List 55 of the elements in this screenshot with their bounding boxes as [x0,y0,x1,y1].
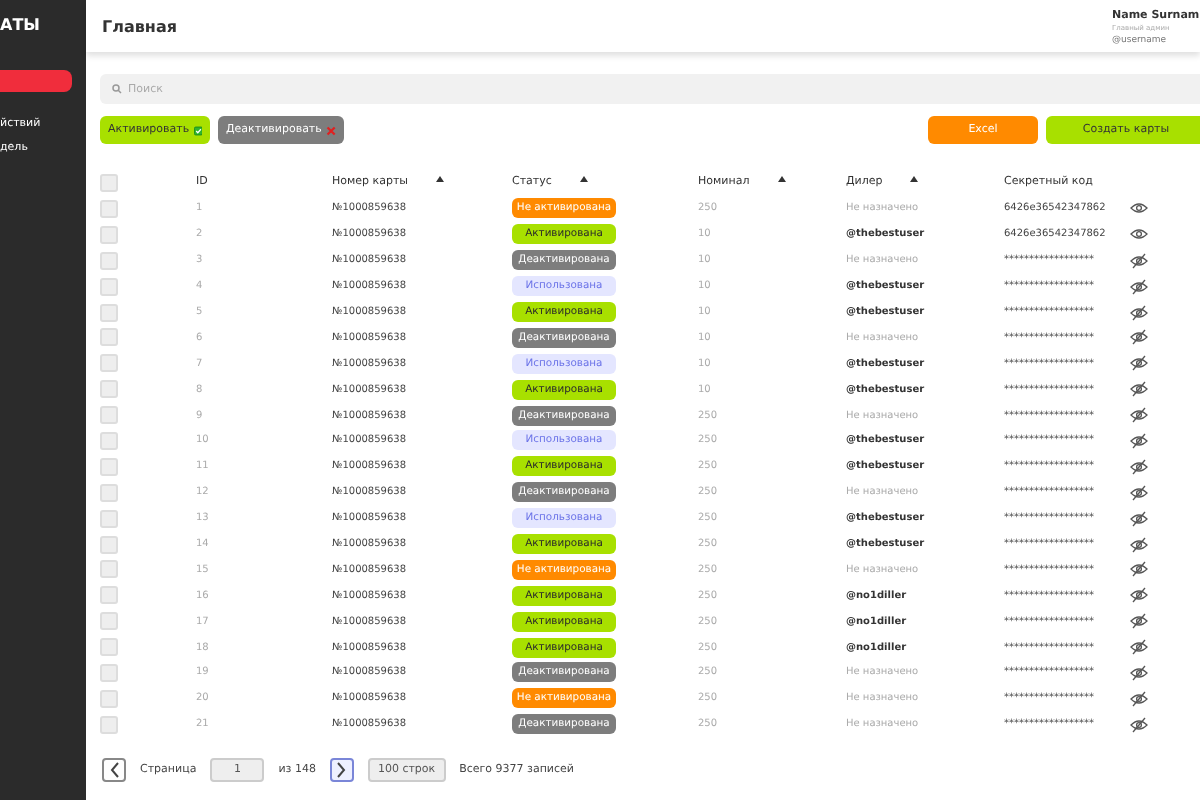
eye-slash-icon[interactable] [1130,612,1148,631]
eye-slash-icon[interactable] [1130,380,1148,399]
row-checkbox[interactable] [100,586,118,605]
eye-slash-icon[interactable] [1130,689,1148,708]
checkbox-checked-icon [193,123,202,137]
chevron-left-icon [109,761,119,778]
row-checkbox[interactable] [100,225,118,244]
row-checkbox[interactable] [100,483,118,502]
eye-slash-icon[interactable] [1130,328,1148,347]
eye-icon[interactable] [1130,228,1148,241]
row-checkbox[interactable] [100,277,118,296]
eye-slash-icon[interactable] [1130,560,1148,579]
row-checkbox[interactable] [100,638,118,657]
row-checkbox[interactable] [100,560,118,579]
row-checkbox[interactable] [100,328,118,347]
row-checkbox[interactable] [100,663,118,682]
row-checkbox[interactable] [100,535,118,554]
sort-icon[interactable] [579,175,588,181]
eye-slash-icon[interactable] [1130,715,1148,734]
eye-icon[interactable] [1130,202,1148,215]
row-checkbox[interactable] [100,509,118,528]
eye-slash-icon[interactable] [1130,431,1148,450]
row-checkbox[interactable] [100,431,118,450]
next-page-button[interactable] [329,757,354,782]
eye-slash-icon[interactable] [1130,638,1148,657]
eye-slash-icon[interactable] [1130,535,1148,554]
sort-icon[interactable] [777,175,786,181]
row-checkbox[interactable] [100,303,118,321]
eye-slash-icon[interactable] [1130,483,1148,502]
row-checkbox[interactable] [100,354,118,373]
row-checkbox[interactable] [100,380,118,399]
eye-slash-icon[interactable] [1130,406,1148,425]
row-checkbox[interactable] [100,406,118,425]
eye-slash-icon[interactable] [1130,277,1148,296]
app-logo: АТЫ [0,16,42,36]
sort-icon[interactable] [436,175,445,181]
row-checkbox[interactable] [100,612,118,631]
select-all-checkbox[interactable] [100,173,118,191]
eye-slash-icon[interactable] [1130,251,1148,270]
eye-slash-icon[interactable] [1130,509,1148,528]
eye-slash-icon[interactable] [1130,457,1148,476]
page-title: Главная [102,18,177,36]
row-checkbox[interactable] [100,251,118,270]
previous-page-button[interactable] [102,757,126,782]
eye-slash-icon[interactable] [1130,354,1148,373]
cross-icon [325,123,336,137]
row-checkbox[interactable] [100,715,118,734]
row-checkbox[interactable] [100,689,118,708]
eye-slash-icon[interactable] [1130,663,1148,682]
eye-slash-icon[interactable] [1130,303,1148,321]
sort-icon[interactable] [910,175,919,181]
row-checkbox[interactable] [100,457,118,476]
row-checkbox[interactable] [100,199,118,218]
eye-slash-icon[interactable] [1130,586,1148,605]
chevron-right-icon [336,761,347,778]
